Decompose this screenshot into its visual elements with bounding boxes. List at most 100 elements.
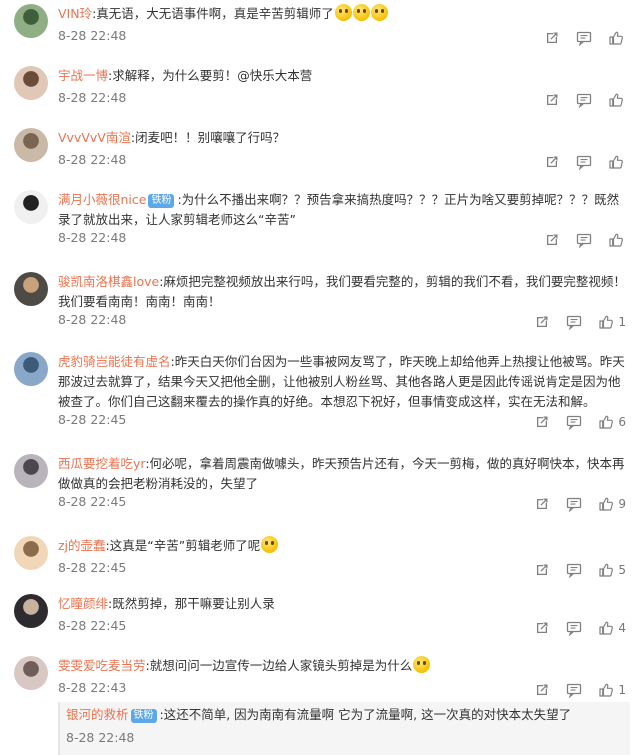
like-icon [608, 92, 624, 108]
comment-text: 虎豹骑岂能徒有虚名:昨天白天你们台因为一些事被网友骂了，昨天晚上却给他弄上热搜让… [58, 352, 630, 412]
username[interactable]: zj的壶蠢 [58, 538, 106, 553]
comment-time: 8-28 22:48 [58, 90, 127, 105]
like-icon [598, 682, 614, 698]
share-icon[interactable] [544, 231, 576, 249]
username[interactable]: 满月小薇很nice [58, 192, 146, 207]
like-button[interactable]: 1 [598, 313, 626, 331]
avatar[interactable] [14, 128, 48, 162]
share-icon[interactable] [534, 495, 566, 513]
like-button[interactable]: 4 [598, 619, 626, 637]
comment-time: 8-28 22:45 [58, 560, 127, 575]
comment-item: 宇战一博:求解释，为什么要剪！@快乐大本营 8-28 22:48 [0, 66, 640, 114]
username[interactable]: 宇战一博 [58, 68, 108, 83]
avatar[interactable] [14, 656, 48, 690]
like-icon [598, 620, 614, 636]
avatar[interactable] [14, 352, 48, 386]
like-count: 6 [618, 415, 626, 429]
like-count: 9 [618, 497, 626, 511]
comment-actions [544, 231, 626, 249]
like-button[interactable]: 6 [598, 413, 626, 431]
username[interactable]: 虎豹骑岂能徒有虚名 [58, 354, 171, 369]
share-icon[interactable] [544, 91, 576, 109]
avatar[interactable] [14, 594, 48, 628]
comment-body: 忆瞳颜绯:既然剪掉，那干嘛要让别人录 8-28 22:45 [58, 594, 630, 633]
avatar[interactable] [14, 4, 48, 38]
comment-icon[interactable] [566, 495, 598, 513]
comment-text: 忆瞳颜绯:既然剪掉，那干嘛要让别人录 [58, 594, 630, 614]
comment-actions: 6 [534, 413, 626, 431]
comment-item: 西瓜要挖着吃yr:何必呢，拿着周震南做噱头，昨天预告片还有，今天一剪梅，做的真好… [0, 454, 640, 518]
share-icon[interactable] [544, 153, 576, 171]
comment-actions: 9 [534, 495, 626, 513]
comment-item: VIN玲:真无语，大无语事件啊，真是辛苦剪辑师了 8-28 22:48 [0, 4, 640, 52]
comment-body: VIN玲:真无语，大无语事件啊，真是辛苦剪辑师了 8-28 22:48 [58, 4, 630, 43]
comment-content: :这真是“辛苦”剪辑老师了呢 [105, 538, 261, 553]
comment-item: 满月小薇很nice 铁粉:为什么不播出来啊？？预告拿来搞热度吗？？？正片为啥又要剪… [0, 190, 640, 254]
username[interactable]: 雯雯爱吃麦当劳 [58, 658, 146, 673]
comment-text: VIN玲:真无语，大无语事件啊，真是辛苦剪辑师了 [58, 4, 630, 24]
comment-time: 8-28 22:45 [58, 412, 127, 427]
like-icon [608, 30, 624, 46]
comment-actions: 5 [534, 561, 626, 579]
smile-emoji-icon [352, 4, 370, 21]
share-icon[interactable] [534, 561, 566, 579]
username[interactable]: 骏凯南洛棋鑫love [58, 274, 159, 289]
comment-item: 骏凯南洛棋鑫love:麻烦把完整视频放出来行吗，我们要看完整的，剪辑的我们不看，… [0, 272, 640, 336]
comment-text: 宇战一博:求解释，为什么要剪！@快乐大本营 [58, 66, 630, 86]
comment-body: 虎豹骑岂能徒有虚名:昨天白天你们台因为一些事被网友骂了，昨天晚上却给他弄上热搜让… [58, 352, 630, 427]
share-icon[interactable] [534, 413, 566, 431]
comment-icon[interactable] [566, 561, 598, 579]
share-icon[interactable] [534, 681, 566, 699]
comment-time: 8-28 22:48 [58, 152, 127, 167]
comment-text: zj的壶蠢:这真是“辛苦”剪辑老师了呢 [58, 536, 630, 556]
comment-icon[interactable] [576, 29, 608, 47]
avatar[interactable] [14, 536, 48, 570]
comment-list: VIN玲:真无语，大无语事件啊，真是辛苦剪辑师了 8-28 22:48 宇战一博:求… [0, 0, 640, 755]
comment-time: 8-28 22:48 [58, 312, 127, 327]
like-button[interactable]: 1 [598, 681, 626, 699]
comment-item: 虎豹骑岂能徒有虚名:昨天白天你们台因为一些事被网友骂了，昨天晚上却给他弄上热搜让… [0, 352, 640, 436]
username[interactable]: 银河的救析 [66, 707, 129, 722]
like-count: 5 [618, 563, 626, 577]
like-button[interactable] [608, 29, 626, 47]
comment-icon[interactable] [576, 231, 608, 249]
comment-body: zj的壶蠢:这真是“辛苦”剪辑老师了呢 8-28 22:45 [58, 536, 630, 575]
comment-icon[interactable] [576, 153, 608, 171]
like-button[interactable] [608, 91, 626, 109]
like-icon [608, 232, 624, 248]
username[interactable]: VIN玲 [58, 6, 92, 21]
comment-icon[interactable] [566, 313, 598, 331]
comment-text: 骏凯南洛棋鑫love:麻烦把完整视频放出来行吗，我们要看完整的，剪辑的我们不看，… [58, 272, 630, 312]
comment-actions: 1 [534, 313, 626, 331]
smile-emoji-icon [261, 536, 279, 553]
comment-body: VvvVvV南渲:闭麦吧！！别嚷嚷了行吗？ 8-28 22:48 [58, 128, 630, 167]
avatar[interactable] [14, 272, 48, 306]
avatar[interactable] [14, 454, 48, 488]
comment-actions: 4 [534, 619, 626, 637]
username[interactable]: 忆瞳颜绯 [58, 596, 108, 611]
comment-icon[interactable] [566, 619, 598, 637]
comment-icon[interactable] [566, 413, 598, 431]
share-icon[interactable] [534, 619, 566, 637]
like-button[interactable] [608, 153, 626, 171]
like-icon [598, 314, 614, 330]
share-icon[interactable] [544, 29, 576, 47]
comment-content: :这还不简单, 因为南南有流量啊 它为了流量啊, 这一次真的对快本太失望了 [159, 707, 572, 722]
comment-text: 西瓜要挖着吃yr:何必呢，拿着周震南做噱头，昨天预告片还有，今天一剪梅，做的真好… [58, 454, 630, 494]
reply-time: 8-28 22:48 [66, 730, 135, 745]
avatar[interactable] [14, 190, 48, 224]
username[interactable]: VvvVvV南渲 [58, 130, 131, 145]
comment-actions [544, 153, 626, 171]
comment-body: 宇战一博:求解释，为什么要剪！@快乐大本营 8-28 22:48 [58, 66, 630, 105]
comment-content: :闭麦吧！！别嚷嚷了行吗？ [130, 130, 286, 145]
like-icon [598, 414, 614, 430]
username[interactable]: 西瓜要挖着吃yr [58, 456, 145, 471]
avatar[interactable] [14, 66, 48, 100]
like-button[interactable] [608, 231, 626, 249]
comment-icon[interactable] [576, 91, 608, 109]
like-button[interactable]: 5 [598, 561, 626, 579]
share-icon[interactable] [534, 313, 566, 331]
comment-icon[interactable] [566, 681, 598, 699]
like-button[interactable]: 9 [598, 495, 626, 513]
comment-content: :既然剪掉，那干嘛要让别人录 [108, 596, 275, 611]
